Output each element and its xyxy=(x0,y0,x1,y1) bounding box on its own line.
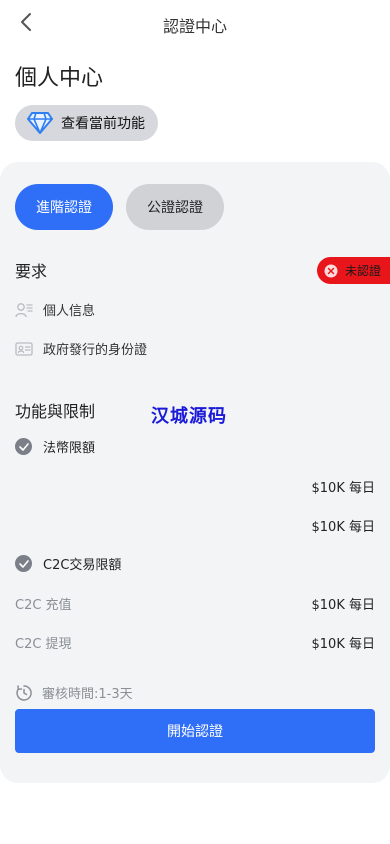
page-title: 個人中心 xyxy=(15,66,104,91)
requirement-government-id: 政府發行的身份證 xyxy=(15,339,147,358)
person-id-icon xyxy=(15,302,33,317)
fiat-limit-label: 法幣限額 xyxy=(43,441,96,456)
start-verification-button[interactable]: 開始認證 xyxy=(15,709,375,753)
limit-label: C2C 充值 xyxy=(15,598,72,613)
tab-notarized-verification[interactable]: 公證認證 xyxy=(126,184,224,230)
limit-label: C2C 提現 xyxy=(15,637,72,652)
limit-value: $10K 每日 xyxy=(311,598,375,613)
view-features-button[interactable]: 查看當前功能 xyxy=(15,105,158,141)
nav-bar: 認證中心 xyxy=(0,0,390,46)
requirement-personal-info: 個人信息 xyxy=(15,300,95,319)
watermark-text: 汉城源码 xyxy=(151,406,227,427)
fiat-limit-value-row: $10K 每日 xyxy=(15,477,375,496)
diamond-icon xyxy=(27,112,53,134)
timer-icon xyxy=(16,684,32,701)
fiat-limit-value-row: $10K 每日 xyxy=(15,516,375,535)
review-time: 審核時間:1-3天 xyxy=(15,683,133,702)
limit-value: $10K 每日 xyxy=(311,481,375,496)
c2c-limit-label: C2C交易限額 xyxy=(43,558,122,573)
check-circle-icon xyxy=(15,438,32,455)
requirement-label: 個人信息 xyxy=(43,304,96,319)
limit-value: $10K 每日 xyxy=(311,520,375,535)
status-badge: 未認證 xyxy=(317,257,390,284)
check-circle-icon xyxy=(15,555,32,572)
id-card-icon xyxy=(15,341,33,356)
tab-advanced-verification[interactable]: 進階認證 xyxy=(15,184,113,230)
status-text: 未認證 xyxy=(345,264,382,278)
nav-title: 認證中心 xyxy=(162,17,227,36)
features-title: 功能與限制 xyxy=(15,402,96,421)
close-circle-icon xyxy=(324,264,338,277)
requirement-label: 政府發行的身份證 xyxy=(43,343,148,358)
view-features-label: 查看當前功能 xyxy=(61,116,145,132)
review-time-text: 審核時間:1-3天 xyxy=(42,687,133,702)
c2c-withdraw-row: C2C 提現 $10K 每日 xyxy=(15,633,375,652)
c2c-limit-row: C2C交易限額 xyxy=(15,554,121,573)
requirements-title: 要求 xyxy=(15,262,48,281)
limit-value: $10K 每日 xyxy=(311,637,375,652)
c2c-deposit-row: C2C 充值 $10K 每日 xyxy=(15,594,375,613)
fiat-limit-row: 法幣限額 xyxy=(15,437,95,456)
